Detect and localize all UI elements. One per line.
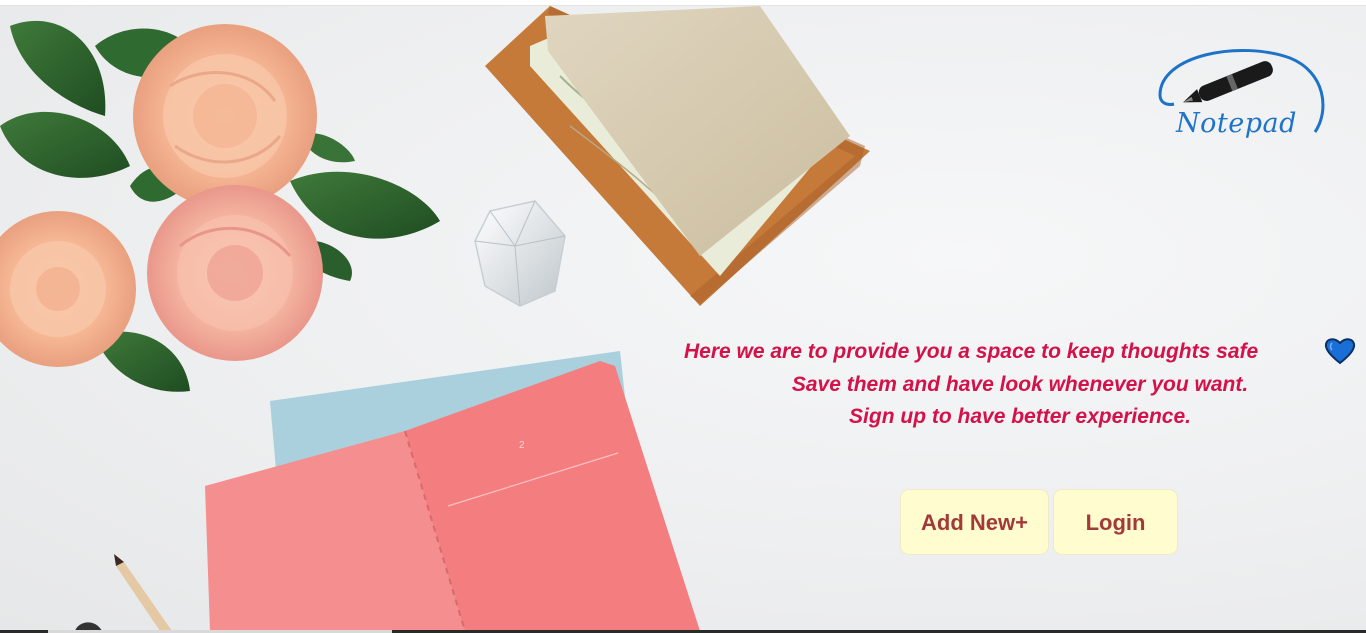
notebook-page-number: 2: [519, 440, 525, 451]
landing-page: 2 Notepad Here we are to provide you a s…: [0, 0, 1366, 633]
logo-text[interactable]: Notepad: [1176, 108, 1297, 139]
tagline-line-1: Here we are to provide you a space to ke…: [684, 340, 1259, 363]
tagline: Here we are to provide you a space to ke…: [670, 336, 1366, 434]
tagline-line-3: Sign up to have better experience.: [849, 405, 1191, 428]
heart-icon: [1324, 338, 1356, 365]
tagline-line-2: Save them and have look whenever you wan…: [791, 372, 1249, 396]
pencil: [114, 554, 172, 631]
add-new-button[interactable]: Add New+: [901, 490, 1048, 554]
crystal: [474, 200, 566, 307]
login-button[interactable]: Login: [1054, 490, 1177, 554]
